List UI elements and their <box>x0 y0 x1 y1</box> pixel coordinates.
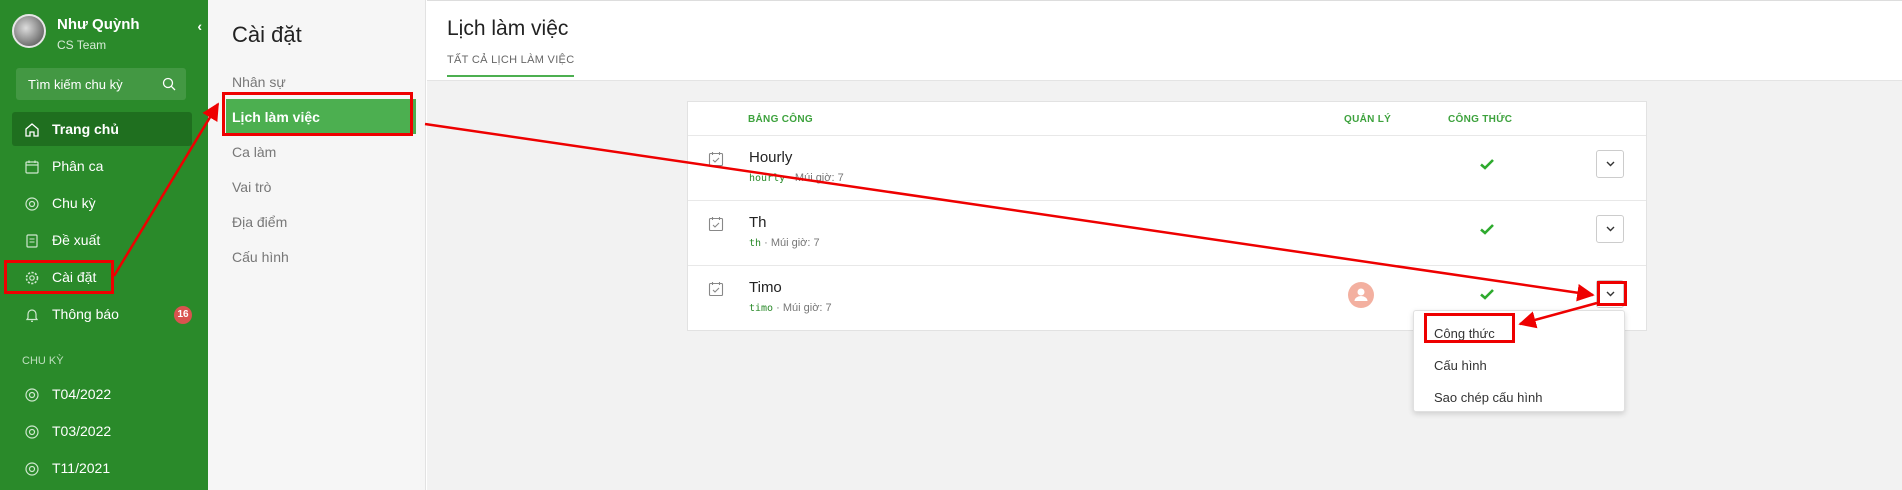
row-timezone: · Múi giờ: 7 <box>776 302 832 314</box>
menu-item-copy-config[interactable]: Sao chép cấu hình <box>1414 383 1624 413</box>
cycle-item[interactable]: T11/2021 <box>12 451 192 485</box>
search-placeholder: Tìm kiếm chu kỳ <box>28 77 123 92</box>
nav-item-notifications[interactable]: Thông báo 16 <box>12 297 192 331</box>
annotation-box-schedule <box>222 92 413 136</box>
row-timezone: · Múi giờ: 7 <box>788 172 844 184</box>
nav-item-cycles[interactable]: Chu kỳ <box>12 186 192 220</box>
annotation-box-settings <box>4 260 114 294</box>
settings-title: Cài đặt <box>232 22 302 47</box>
nav-item-shifts[interactable]: Phân ca <box>12 149 192 183</box>
main-nav: Trang chủ Phân ca Chu kỳ Đề xuất Cài đặt… <box>12 112 192 334</box>
nav-label: Phân ca <box>52 158 104 174</box>
profile-name: Như Quỳnh <box>57 16 140 33</box>
settings-panel: Cài đặt Nhân sự Lịch làm việc Ca làm Vai… <box>208 0 426 490</box>
schedule-table: BẢNG CÔNG QUẢN LÝ CÔNG THỨC Hourly hourl… <box>687 101 1647 331</box>
cycle-icon <box>25 388 39 402</box>
table-row[interactable]: Th th · Múi giờ: 7 <box>688 200 1646 265</box>
chevron-down-icon <box>1606 226 1615 232</box>
settings-item-roles[interactable]: Vai trò <box>226 169 416 204</box>
manager-avatar <box>1348 282 1374 308</box>
profile-team: CS Team <box>57 38 107 52</box>
row-dropdown-button[interactable] <box>1596 215 1624 243</box>
cycle-label: T03/2022 <box>52 423 112 439</box>
cycle-icon <box>25 197 39 211</box>
column-header-manager: QUẢN LÝ <box>1344 114 1392 125</box>
row-meta: th · Múi giờ: 7 <box>749 237 820 249</box>
cycle-label: T11/2021 <box>52 460 111 476</box>
nav-label: Trang chủ <box>52 121 119 137</box>
notification-badge: 16 <box>174 306 192 324</box>
calendar-check-icon <box>708 217 724 232</box>
main-header: Lịch làm việc TẤT CẢ LỊCH LÀM VIỆC <box>427 1 1902 81</box>
tab-all-schedules[interactable]: TẤT CẢ LỊCH LÀM VIỆC <box>447 54 575 77</box>
main-content: Lịch làm việc TẤT CẢ LỊCH LÀM VIỆC BẢNG … <box>427 0 1902 490</box>
row-dropdown-button[interactable] <box>1596 150 1624 178</box>
row-meta: timo · Múi giờ: 7 <box>749 302 832 314</box>
nav-label: Thông báo <box>52 306 119 322</box>
settings-item-shifts[interactable]: Ca làm <box>226 134 416 169</box>
cycle-icon <box>25 462 39 476</box>
calendar-check-icon <box>708 152 724 167</box>
row-meta: hourly · Múi giờ: 7 <box>749 172 844 184</box>
chevron-down-icon <box>1606 161 1615 167</box>
cycles-list: T04/2022 T03/2022 T11/2021 <box>12 377 192 488</box>
cycles-section-label: CHU KỲ <box>22 355 64 367</box>
search-icon <box>162 77 176 91</box>
cycle-item[interactable]: T04/2022 <box>12 377 192 411</box>
profile[interactable]: Như Quỳnh CS Team ‹ <box>12 14 202 56</box>
page-title: Lịch làm việc <box>447 17 569 40</box>
bell-icon <box>25 309 39 322</box>
row-name: Timo <box>749 279 782 296</box>
home-icon <box>25 123 39 137</box>
column-header-formula: CÔNG THỨC <box>1448 114 1513 125</box>
table-row[interactable]: Hourly hourly · Múi giờ: 7 <box>688 135 1646 200</box>
check-icon <box>1480 159 1494 170</box>
avatar <box>12 14 46 48</box>
cycle-icon <box>25 425 39 439</box>
cycle-item[interactable]: T03/2022 <box>12 414 192 448</box>
menu-item-config[interactable]: Cấu hình <box>1414 351 1624 381</box>
row-timezone: · Múi giờ: 7 <box>764 237 820 249</box>
settings-item-config[interactable]: Cấu hình <box>226 239 416 274</box>
sidebar: Như Quỳnh CS Team ‹ Tìm kiếm chu kỳ Tran… <box>0 0 208 490</box>
row-name: Th <box>749 214 767 231</box>
calendar-icon <box>25 160 39 174</box>
nav-label: Chu kỳ <box>52 195 96 211</box>
row-code: hourly <box>749 173 786 184</box>
settings-item-locations[interactable]: Địa điểm <box>226 204 416 239</box>
check-icon <box>1480 289 1494 300</box>
annotation-box-dropdown <box>1597 281 1627 306</box>
annotation-box-formula <box>1424 313 1515 343</box>
cycle-label: T04/2022 <box>52 386 112 402</box>
row-name: Hourly <box>749 149 793 166</box>
nav-label: Đề xuất <box>52 232 101 248</box>
nav-item-home[interactable]: Trang chủ <box>12 112 192 146</box>
collapse-sidebar-icon[interactable]: ‹ <box>197 18 202 34</box>
document-icon <box>26 234 38 248</box>
row-code: th <box>749 238 762 249</box>
row-code: timo <box>749 303 774 314</box>
column-header-name: BẢNG CÔNG <box>748 114 813 125</box>
search-input[interactable]: Tìm kiếm chu kỳ <box>16 68 186 100</box>
user-icon <box>1354 288 1368 301</box>
calendar-check-icon <box>708 282 724 297</box>
check-icon <box>1480 224 1494 235</box>
nav-item-proposals[interactable]: Đề xuất <box>12 223 192 257</box>
